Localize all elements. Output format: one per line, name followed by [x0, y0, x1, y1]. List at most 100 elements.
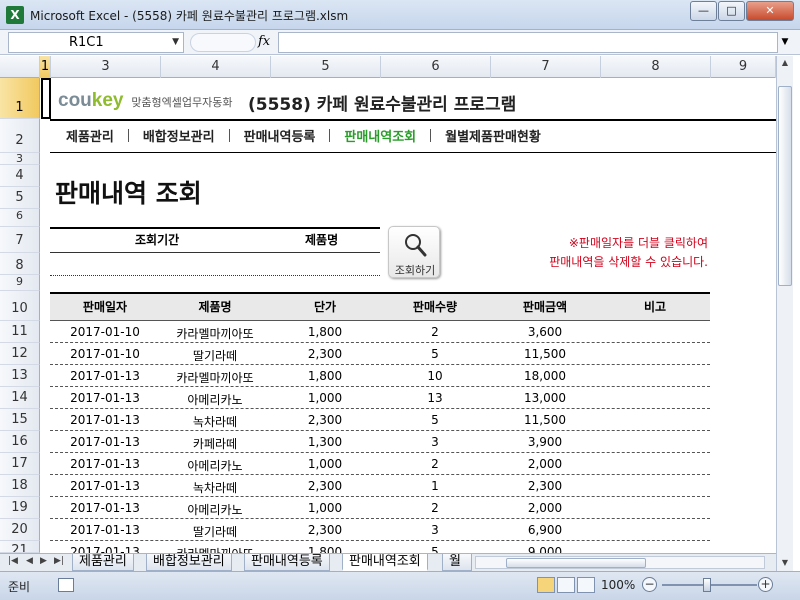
next-sheet-icon[interactable]: ▶ — [40, 556, 47, 566]
excel-app-icon[interactable]: X — [6, 6, 24, 24]
row-header[interactable]: 8 — [0, 253, 40, 275]
cell-date[interactable]: 2017-01-13 — [50, 545, 160, 553]
table-row[interactable]: 2017-01-13 녹차라떼 2,300 5 11,500 — [50, 409, 710, 431]
cell-date[interactable]: 2017-01-13 — [50, 369, 160, 383]
minimize-button[interactable]: — — [690, 1, 717, 21]
cell-date[interactable]: 2017-01-13 — [50, 479, 160, 493]
row-header[interactable]: 6 — [0, 209, 40, 227]
scroll-up-icon[interactable]: ▲ — [777, 56, 793, 70]
row-header[interactable]: 13 — [0, 365, 40, 387]
normal-view-icon[interactable] — [537, 577, 555, 593]
scroll-thumb[interactable] — [506, 558, 646, 568]
cell-price: 2,300 — [307, 479, 343, 493]
cell-date[interactable]: 2017-01-10 — [50, 325, 160, 339]
sheet-tab-sales-entry[interactable]: 판매내역등록 — [244, 554, 330, 571]
page-layout-view-icon[interactable] — [557, 577, 575, 593]
row-header[interactable]: 2 — [0, 119, 40, 153]
sheet-tab-products[interactable]: 제품관리 — [72, 554, 134, 571]
scroll-down-icon[interactable]: ▼ — [777, 556, 793, 570]
row-header[interactable]: 4 — [0, 165, 40, 187]
row-header[interactable]: 14 — [0, 387, 40, 409]
vertical-scrollbar[interactable]: ▲ ▼ — [776, 56, 793, 571]
column-header[interactable]: 7 — [491, 56, 601, 78]
cell-quantity: 5 — [431, 545, 439, 553]
table-row[interactable]: 2017-01-13 딸기라떼 2,300 3 6,900 — [50, 519, 710, 541]
table-row[interactable]: 2017-01-10 카라멜마끼아또 1,800 2 3,600 — [50, 321, 710, 343]
nav-item-sales-entry[interactable]: 판매내역등록 — [244, 126, 316, 145]
first-sheet-icon[interactable]: |◀ — [8, 556, 18, 566]
row-header[interactable]: 12 — [0, 343, 40, 365]
select-all-corner[interactable] — [0, 56, 40, 78]
formula-bar-handle[interactable] — [190, 33, 256, 52]
insert-function-icon[interactable]: fx — [258, 34, 270, 49]
row-header[interactable]: 15 — [0, 409, 40, 431]
zoom-in-button[interactable]: + — [758, 577, 773, 592]
column-header[interactable]: 6 — [381, 56, 491, 78]
search-button[interactable]: 조회하기 — [388, 226, 440, 278]
sheet-tab-monthly[interactable]: 월 — [442, 554, 472, 571]
nav-item-products[interactable]: 제품관리 — [66, 126, 114, 145]
row-header[interactable]: 21 — [0, 541, 40, 553]
table-row[interactable]: 2017-01-13 아메리카노 1,000 2 2,000 — [50, 453, 710, 475]
macro-record-icon[interactable] — [58, 578, 74, 592]
zoom-out-button[interactable]: − — [642, 577, 657, 592]
close-button[interactable]: ✕ — [746, 1, 794, 21]
row-header[interactable]: 11 — [0, 321, 40, 343]
table-row[interactable]: 2017-01-10 딸기라떼 2,300 5 11,500 — [50, 343, 710, 365]
cell-date[interactable]: 2017-01-13 — [50, 413, 160, 427]
table-row[interactable]: 2017-01-13 녹차라떼 2,300 1 2,300 — [50, 475, 710, 497]
table-row[interactable]: 2017-01-13 카라멜마끼아또 1,800 5 9,000 — [50, 541, 710, 553]
row-header[interactable]: 10 — [0, 291, 40, 321]
expand-formula-bar-icon[interactable]: ▼ — [778, 32, 792, 53]
active-cell[interactable] — [41, 78, 51, 119]
formula-input[interactable] — [278, 32, 778, 53]
maximize-button[interactable]: □ — [718, 1, 745, 21]
zoom-level[interactable]: 100% — [601, 578, 635, 592]
divider — [329, 129, 331, 142]
sheet-tab-recipe[interactable]: 배합정보관리 — [146, 554, 232, 571]
scroll-thumb[interactable] — [778, 86, 792, 286]
zoom-slider-handle[interactable] — [703, 578, 711, 592]
row-header[interactable]: 1 — [0, 78, 40, 119]
column-header[interactable]: 8 — [601, 56, 711, 78]
cell-date[interactable]: 2017-01-13 — [50, 501, 160, 515]
column-header[interactable]: 3 — [51, 56, 161, 78]
row-header[interactable]: 7 — [0, 227, 40, 253]
prev-sheet-icon[interactable]: ◀ — [26, 556, 33, 566]
sheet-tab-sales-lookup[interactable]: 판매내역조회 — [342, 554, 428, 571]
horizontal-scrollbar[interactable] — [475, 556, 765, 569]
nav-item-monthly-sales[interactable]: 월별제품판매현황 — [445, 126, 541, 145]
last-sheet-icon[interactable]: ▶| — [54, 556, 64, 566]
page-break-view-icon[interactable] — [577, 577, 595, 593]
page-title: 판매내역 조회 — [55, 179, 202, 208]
cell-date[interactable]: 2017-01-13 — [50, 523, 160, 537]
chevron-down-icon[interactable]: ▼ — [172, 33, 179, 52]
table-row[interactable]: 2017-01-13 아메리카노 1,000 2 2,000 — [50, 497, 710, 519]
row-header[interactable]: 17 — [0, 453, 40, 475]
cell-date[interactable]: 2017-01-13 — [50, 457, 160, 471]
row-header[interactable]: 3 — [0, 153, 40, 165]
cell-date[interactable]: 2017-01-13 — [50, 435, 160, 449]
column-header[interactable]: 9 — [711, 56, 776, 78]
cell-quantity: 1 — [431, 479, 439, 493]
cell-product: 아메리카노 — [187, 503, 243, 517]
cell-date[interactable]: 2017-01-13 — [50, 391, 160, 405]
cell-price: 1,000 — [307, 501, 343, 515]
row-header[interactable]: 19 — [0, 497, 40, 519]
row-header[interactable]: 20 — [0, 519, 40, 541]
table-row[interactable]: 2017-01-13 카라멜마끼아또 1,800 10 18,000 — [50, 365, 710, 387]
column-header[interactable]: 1 — [40, 56, 51, 78]
column-header[interactable]: 4 — [161, 56, 271, 78]
cell-date[interactable]: 2017-01-10 — [50, 347, 160, 361]
app-title: (5558) 카페 원료수불관리 프로그램 — [248, 95, 517, 115]
nav-item-recipe[interactable]: 배합정보관리 — [143, 126, 215, 145]
row-header[interactable]: 18 — [0, 475, 40, 497]
column-header[interactable]: 5 — [271, 56, 381, 78]
table-row[interactable]: 2017-01-13 아메리카노 1,000 13 13,000 — [50, 387, 710, 409]
name-box[interactable]: R1C1 ▼ — [8, 32, 184, 53]
nav-item-sales-lookup[interactable]: 판매내역조회 — [344, 126, 416, 145]
table-row[interactable]: 2017-01-13 카페라떼 1,300 3 3,900 — [50, 431, 710, 453]
row-header[interactable]: 16 — [0, 431, 40, 453]
row-header[interactable]: 9 — [0, 275, 40, 291]
row-header[interactable]: 5 — [0, 187, 40, 209]
